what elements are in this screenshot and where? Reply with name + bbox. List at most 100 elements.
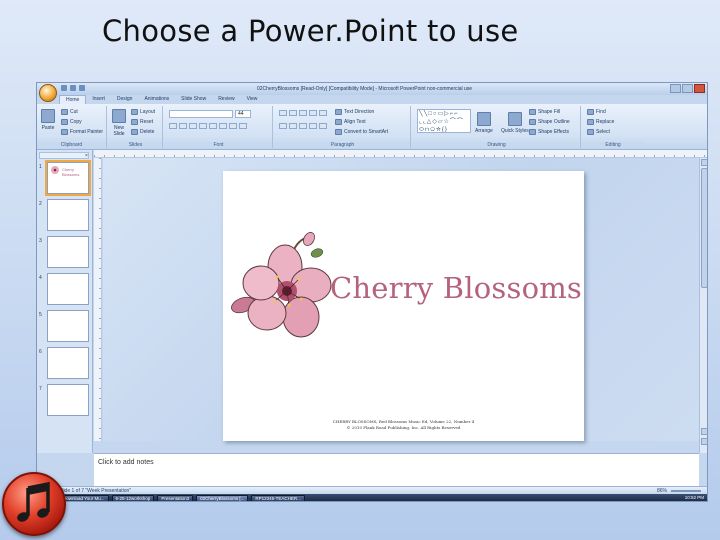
font-color-button[interactable] bbox=[239, 123, 247, 129]
shape-effects-button[interactable]: Shape Effects bbox=[529, 129, 569, 135]
format-painter-button[interactable]: Format Painter bbox=[61, 129, 103, 135]
shape-fill-button[interactable]: Shape Fill bbox=[529, 109, 560, 115]
slide-thumbnail[interactable]: Cherry Blossoms bbox=[45, 160, 91, 196]
find-button[interactable]: Find bbox=[587, 109, 606, 115]
office-button[interactable] bbox=[39, 84, 57, 102]
thumbnail-row[interactable]: 1 Cherry Blossoms bbox=[39, 160, 91, 196]
new-slide-button[interactable]: New Slide bbox=[112, 109, 126, 137]
taskbar-item[interactable]: Presentation3 bbox=[157, 495, 194, 501]
cut-button[interactable]: Cut bbox=[61, 109, 78, 115]
thumbnail-row[interactable]: 2 bbox=[39, 199, 89, 233]
tab-animations[interactable]: Animations bbox=[138, 95, 175, 104]
bullets-button[interactable] bbox=[279, 110, 287, 116]
slide-number: 5 bbox=[39, 312, 42, 318]
window-controls bbox=[670, 84, 705, 93]
slide-footer-line2: © 2010 Plank Road Publishing, Inc. All R… bbox=[346, 425, 461, 430]
align-left-button[interactable] bbox=[279, 123, 287, 129]
slide-footer-line1: CHERRY BLOSSOMS, Red Blossoms Music Ed, … bbox=[332, 419, 475, 424]
font-group: 44 Font bbox=[165, 106, 273, 148]
tab-view[interactable]: View bbox=[241, 95, 264, 104]
justify-button[interactable] bbox=[309, 123, 317, 129]
shapes-gallery[interactable]: ╲╲□○▭▷⌐⌐ ⌞⌞△◇▱☆⌒⌒ ⬭⊓⬠☆{} bbox=[417, 109, 471, 133]
undo-icon[interactable] bbox=[70, 85, 76, 91]
next-slide-icon[interactable] bbox=[701, 438, 707, 445]
replace-icon bbox=[587, 119, 594, 125]
binoculars-icon bbox=[587, 109, 594, 115]
bold-button[interactable] bbox=[169, 123, 177, 129]
spacing-button[interactable] bbox=[219, 123, 227, 129]
current-slide[interactable]: Cherry Blossoms CHERRY BLOSSOMS, Red Blo… bbox=[223, 171, 584, 441]
tab-home[interactable]: Home bbox=[59, 95, 87, 104]
notes-pane[interactable]: Click to add notes bbox=[94, 453, 699, 486]
thumbnail-row[interactable]: 7 bbox=[39, 384, 89, 418]
change-case-button[interactable] bbox=[229, 123, 237, 129]
align-right-button[interactable] bbox=[299, 123, 307, 129]
smartart-icon bbox=[335, 129, 342, 135]
numbering-button[interactable] bbox=[289, 110, 297, 116]
tab-slide-show[interactable]: Slide Show bbox=[175, 95, 212, 104]
slide-thumbnail[interactable] bbox=[47, 347, 89, 379]
slide-title: Cherry Blossoms bbox=[330, 271, 583, 305]
font-name-select[interactable] bbox=[169, 110, 233, 118]
shape-outline-button[interactable]: Shape Outline bbox=[529, 119, 570, 125]
previous-slide-icon[interactable] bbox=[701, 428, 707, 435]
increase-indent-button[interactable] bbox=[309, 110, 317, 116]
scroll-thumb[interactable] bbox=[701, 168, 707, 288]
vertical-scrollbar[interactable] bbox=[699, 158, 707, 453]
pane-tabs[interactable] bbox=[39, 152, 89, 159]
editing-label: Editing bbox=[583, 142, 643, 148]
replace-button[interactable]: Replace bbox=[587, 119, 614, 125]
taskbar-item[interactable]: 02CherryBlossoms [... bbox=[196, 495, 249, 501]
zoom-slider[interactable] bbox=[671, 490, 701, 492]
font-size-select[interactable]: 44 bbox=[235, 110, 251, 118]
maximize-button[interactable] bbox=[682, 84, 693, 93]
save-icon[interactable] bbox=[61, 85, 67, 91]
thumbnail-row[interactable]: 4 bbox=[39, 273, 89, 307]
italic-button[interactable] bbox=[179, 123, 187, 129]
text-direction-button[interactable]: Text Direction bbox=[335, 109, 374, 115]
delete-slide-button[interactable]: Delete bbox=[131, 129, 154, 135]
copy-button[interactable]: Copy bbox=[61, 119, 82, 125]
convert-smartart-button[interactable]: Convert to SmartArt bbox=[335, 129, 388, 135]
line-spacing-button[interactable] bbox=[319, 110, 327, 116]
taskbar-item[interactable]: RP12345-TEACHER... bbox=[251, 495, 305, 501]
slide-thumbnail[interactable] bbox=[47, 236, 89, 268]
strikethrough-button[interactable] bbox=[199, 123, 207, 129]
close-button[interactable] bbox=[694, 84, 705, 93]
quick-styles-button[interactable]: Quick Styles bbox=[501, 112, 529, 134]
redo-icon[interactable] bbox=[79, 85, 85, 91]
thumbnail-row[interactable]: 3 bbox=[39, 236, 89, 270]
slides-label: Slides bbox=[109, 142, 162, 148]
tab-design[interactable]: Design bbox=[111, 95, 139, 104]
columns-button[interactable] bbox=[319, 123, 327, 129]
slide-thumbnail[interactable] bbox=[47, 384, 89, 416]
copy-icon bbox=[61, 119, 68, 125]
select-button[interactable]: Select bbox=[587, 129, 610, 135]
tab-insert[interactable]: Insert bbox=[86, 95, 111, 104]
thumbnail-row[interactable]: 5 bbox=[39, 310, 89, 344]
tab-review[interactable]: Review bbox=[212, 95, 240, 104]
minimize-button[interactable] bbox=[670, 84, 681, 93]
taskbar-item[interactable]: 6-25-12workshop bbox=[111, 495, 155, 501]
layout-button[interactable]: Layout bbox=[131, 109, 155, 115]
slide-thumbnail[interactable] bbox=[47, 310, 89, 342]
cherry-blossom-image bbox=[231, 232, 332, 338]
underline-button[interactable] bbox=[189, 123, 197, 129]
align-center-button[interactable] bbox=[289, 123, 297, 129]
music-note-icon[interactable] bbox=[2, 472, 66, 536]
drawing-label: Drawing bbox=[413, 142, 580, 148]
shadow-button[interactable] bbox=[209, 123, 217, 129]
taskbar-item[interactable]: Download Your Mu... bbox=[59, 495, 109, 501]
slides-group: New Slide Layout Reset Delete Slides bbox=[109, 106, 163, 148]
horizontal-ruler bbox=[94, 150, 707, 158]
paste-button[interactable]: Paste bbox=[41, 109, 55, 131]
decrease-indent-button[interactable] bbox=[299, 110, 307, 116]
close-pane-icon[interactable]: × bbox=[85, 153, 88, 159]
thumbnail-row[interactable]: 6 bbox=[39, 347, 89, 381]
align-text-button[interactable]: Align Text bbox=[335, 119, 366, 125]
slide-thumbnail[interactable] bbox=[47, 273, 89, 305]
arrange-button[interactable]: Arrange bbox=[475, 112, 493, 134]
reset-button[interactable]: Reset bbox=[131, 119, 153, 125]
slide-thumbnail[interactable] bbox=[47, 199, 89, 231]
scroll-up-icon[interactable] bbox=[701, 159, 707, 166]
